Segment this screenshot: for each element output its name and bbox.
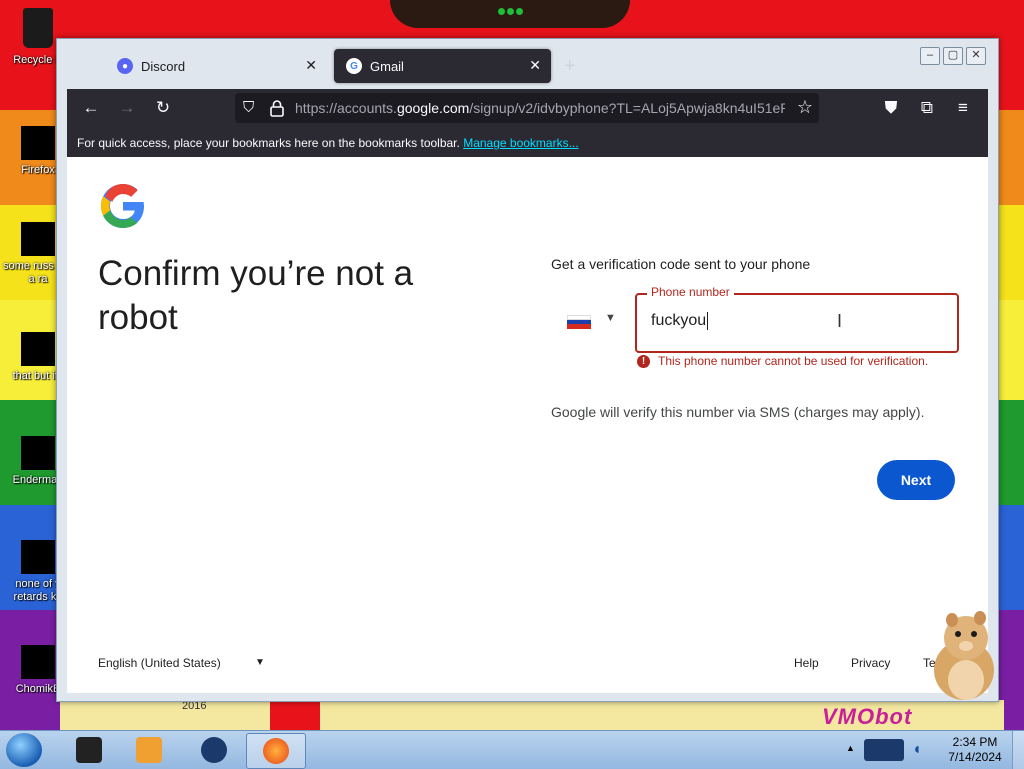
app-icon (21, 436, 55, 470)
bookmarks-toolbar: For quick access, place your bookmarks h… (67, 127, 988, 157)
shield-icon[interactable]: ⛉ (243, 99, 254, 116)
system-tray: ▲ ◖ (842, 733, 932, 767)
footer-help-link[interactable]: Help (794, 656, 819, 670)
forward-arrow-icon[interactable]: → (117, 98, 137, 118)
menu-icon[interactable]: ≡ (953, 98, 973, 118)
taskbar-app-media[interactable] (120, 733, 178, 767)
watermark: VMObot (822, 704, 913, 729)
tab-gmail[interactable]: G Gmail ✕ (334, 49, 551, 83)
pocket-icon[interactable]: ⛊ (881, 98, 901, 118)
country-dropdown-caret[interactable]: ▼ (605, 312, 616, 324)
google-icon: G (346, 58, 362, 74)
taskbar-app-1[interactable] (60, 733, 118, 767)
show-desktop-button[interactable] (1012, 731, 1024, 769)
taskbar: ▲ ◖ 2:34 PM 7/14/2024 (0, 730, 1024, 769)
lock-icon[interactable] (269, 99, 285, 117)
verification-prompt: Get a verification code sent to your pho… (551, 256, 811, 272)
next-button[interactable]: Next (877, 460, 955, 500)
new-tab-button[interactable]: + (564, 55, 576, 78)
footer-privacy-link[interactable]: Privacy (851, 656, 890, 670)
extensions-icon[interactable]: ⧉ (917, 98, 937, 118)
error-message: ! This phone number cannot be used for v… (637, 354, 928, 368)
app-icon (76, 737, 102, 763)
file-icon (21, 540, 55, 574)
tab-label: Gmail (370, 58, 404, 74)
back-arrow-icon[interactable]: ← (81, 98, 101, 118)
language-dropdown-caret[interactable]: ▼ (255, 657, 265, 668)
phone-number-value[interactable]: fuckyou (651, 312, 706, 329)
start-button[interactable] (6, 733, 42, 767)
page-title: Confirm you’re not a robot (98, 254, 414, 337)
url-bar[interactable]: ⛉ https://accounts.google.com/signup/v2/… (235, 93, 819, 123)
sms-note: Google will verify this number via SMS (… (551, 404, 925, 420)
clock-date: 7/14/2024 (948, 750, 1002, 764)
network-icon[interactable] (864, 739, 904, 761)
text-cursor (707, 312, 709, 330)
browser-window: ● Discord ✕ G Gmail ✕ + – ▢ ✕ ← → ↻ ⛉ ht… (56, 38, 999, 702)
firefox-icon (263, 738, 289, 764)
bookmark-star-icon[interactable]: ☆ (797, 97, 813, 118)
phone-number-label: Phone number (647, 285, 734, 299)
wallpaper-top-shape (390, 0, 630, 28)
language-selector[interactable]: English (United States) (98, 656, 221, 670)
close-tab-icon[interactable]: ✕ (529, 57, 541, 73)
folder-icon (21, 332, 55, 366)
app-icon (21, 645, 55, 679)
country-flag-icon[interactable] (567, 315, 591, 329)
reload-icon[interactable]: ↻ (153, 98, 173, 118)
clock[interactable]: 2:34 PM 7/14/2024 (940, 735, 1010, 765)
url-text[interactable]: https://accounts.google.com/signup/v2/id… (295, 100, 785, 116)
manage-bookmarks-link[interactable]: Manage bookmarks... (463, 136, 578, 150)
google-logo-icon (101, 184, 144, 228)
ibeam-cursor-icon: I (837, 311, 843, 331)
close-tab-icon[interactable]: ✕ (305, 57, 317, 73)
phone-number-input[interactable]: Phone number fuckyou I (635, 285, 959, 353)
file-icon (21, 222, 55, 256)
globe-icon (201, 737, 227, 763)
taskbar-app-firefox[interactable] (246, 733, 306, 769)
media-player-icon (136, 737, 162, 763)
close-window-button[interactable]: ✕ (966, 47, 986, 65)
tab-discord[interactable]: ● Discord ✕ (105, 49, 327, 83)
nav-toolbar: ← → ↻ ⛉ https://accounts.google.com/sign… (67, 89, 988, 127)
maximize-button[interactable]: ▢ (943, 47, 963, 65)
error-text: This phone number cannot be used for ver… (658, 354, 929, 368)
minimize-button[interactable]: – (920, 47, 940, 65)
discord-icon: ● (117, 58, 133, 74)
error-icon: ! (637, 354, 650, 368)
recycle-bin-icon (23, 8, 53, 48)
taskbar-app-3[interactable] (185, 733, 243, 767)
bookmarks-hint: For quick access, place your bookmarks h… (77, 136, 460, 150)
firefox-icon (21, 126, 55, 160)
tab-strip: ● Discord ✕ G Gmail ✕ + – ▢ ✕ (57, 39, 998, 89)
tab-label: Discord (141, 58, 186, 74)
tray-expand-arrow[interactable]: ▲ (846, 743, 855, 753)
hamster-image (934, 611, 994, 700)
volume-icon[interactable]: ◖ (912, 741, 928, 759)
web-page: Confirm you’re not a robot Get a verific… (67, 157, 988, 693)
clock-time: 2:34 PM (952, 735, 998, 749)
